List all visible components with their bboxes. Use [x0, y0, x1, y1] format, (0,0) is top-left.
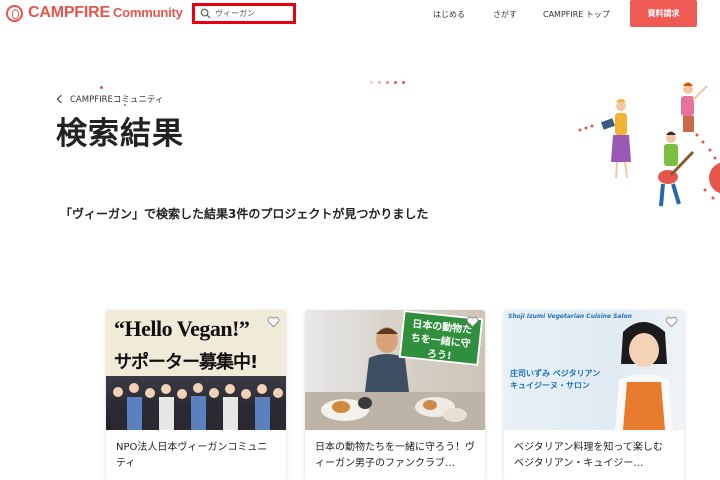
chef-photo	[615, 322, 673, 430]
campfire-logo[interactable]: CAMPFIRE Community	[6, 4, 183, 22]
decor-dot	[370, 81, 373, 84]
breadcrumb-label: CAMPFIREコミュニティ	[70, 95, 164, 105]
project-card[interactable]: Shoji Izumi Vegetarian Cuisine Salon 庄司い…	[504, 310, 684, 480]
group-photo	[106, 376, 286, 430]
favorite-heart-icon[interactable]	[267, 316, 280, 328]
image-caption: 庄司いずみ ベジタリアン	[510, 369, 601, 378]
project-image[interactable]: Shoji Izumi Vegetarian Cuisine Salon 庄司い…	[504, 310, 684, 430]
project-title[interactable]: 日本の動物たちを一緒に守ろう！ヴィーガン男子のファンクラブ…	[315, 440, 475, 472]
header: CAMPFIRECommunity はじめる さがす CAMPFIRE トップ …	[0, 0, 720, 30]
image-caption: “Hello Vegan!”	[114, 316, 250, 341]
decor-dot	[402, 81, 405, 84]
logo-text: CAMPFIRE	[28, 4, 110, 21]
logo-sub: Community	[112, 5, 183, 20]
decor-dot	[100, 86, 103, 89]
project-card[interactable]: “Hello Vegan!” サポーター募集中! NPO法人日本ヴィーガンコミュ…	[106, 310, 286, 480]
decor-dot	[394, 81, 397, 84]
nav-campfire-top[interactable]: CAMPFIRE トップ	[543, 9, 610, 20]
logo-wordmark: CAMPFIRE Community	[28, 4, 183, 22]
favorite-heart-icon[interactable]	[466, 316, 479, 328]
favorite-heart-icon[interactable]	[665, 316, 678, 328]
search-icon	[200, 8, 211, 19]
result-summary: 「ヴィーガン」で検索した結果3件のプロジェクトが見つかりました	[60, 207, 429, 221]
nav-search[interactable]: さがす	[493, 9, 517, 20]
nav-start[interactable]: はじめる	[433, 9, 465, 20]
cats	[321, 397, 467, 422]
image-caption: サポーター募集中!	[114, 352, 258, 373]
request-materials-button[interactable]: 資料請求	[630, 0, 697, 27]
chevron-left-icon	[56, 94, 66, 104]
project-card[interactable]: 日本の動物たちを一緒に守ろう! 日本の動物たちを一緒に守ろう！ヴィーガン男子のフ…	[305, 310, 485, 480]
decor-dot	[378, 81, 381, 84]
page: CAMPFIRECommunity はじめる さがす CAMPFIRE トップ …	[0, 0, 720, 480]
project-title[interactable]: ベジタリアン料理を知って楽しむ ベジタリアン・キュイジー…	[514, 440, 674, 472]
breadcrumb[interactable]: CAMPFIREコミュニティ	[56, 93, 164, 105]
project-title[interactable]: NPO法人日本ヴィーガンコミュニティ	[116, 440, 276, 472]
search-input[interactable]	[215, 9, 285, 18]
search-box[interactable]	[192, 3, 296, 24]
project-image[interactable]: 日本の動物たちを一緒に守ろう!	[305, 310, 485, 430]
image-caption: キュイジーヌ・サロン	[510, 381, 590, 390]
community-illustration	[578, 82, 720, 207]
project-image[interactable]: “Hello Vegan!” サポーター募集中!	[106, 310, 286, 430]
flame-icon	[6, 4, 23, 22]
decor-dot	[386, 81, 389, 84]
page-title: 検索結果	[56, 116, 184, 152]
